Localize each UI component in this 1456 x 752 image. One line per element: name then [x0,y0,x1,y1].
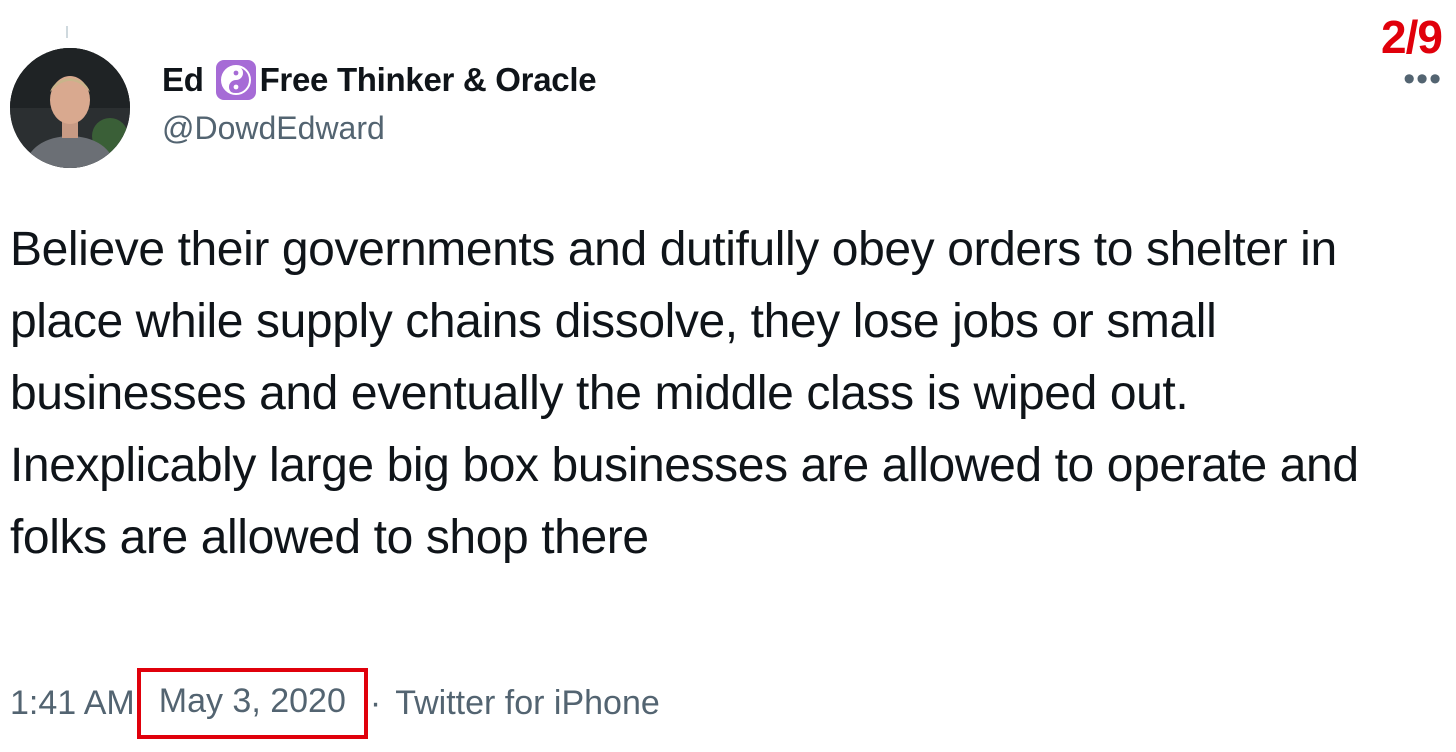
thread-counter: 2/9 [1381,11,1443,63]
display-name-prefix: Ed [162,61,204,98]
more-options-icon[interactable]: ••• [1403,62,1442,96]
tweet-date[interactable]: May 3, 2020 [159,682,346,720]
user-handle[interactable]: @DowdEdward [162,110,596,147]
tweet-date-highlight: May 3, 2020 [136,668,368,739]
avatar[interactable] [10,48,130,168]
display-name-suffix: Free Thinker & Oracle [259,61,597,98]
avatar-photo [10,48,130,168]
tweet-source[interactable]: Twitter for iPhone [395,684,660,723]
meta-separator: · [369,684,382,722]
display-name[interactable]: Ed Free Thinker & Oracle [162,56,597,104]
thread-connector [66,26,68,38]
tweet-time[interactable]: 1:41 AM [10,684,135,723]
tweet-text: Believe their governments and dutifully … [10,223,1359,564]
tweet-author[interactable]: Ed Free Thinker & Oracle @DowdEdward [162,56,597,147]
yin-yang-icon [215,60,256,100]
tweet-metadata: 1:41 AM May 3, 2020 · Twitter for iPhone [10,668,660,739]
